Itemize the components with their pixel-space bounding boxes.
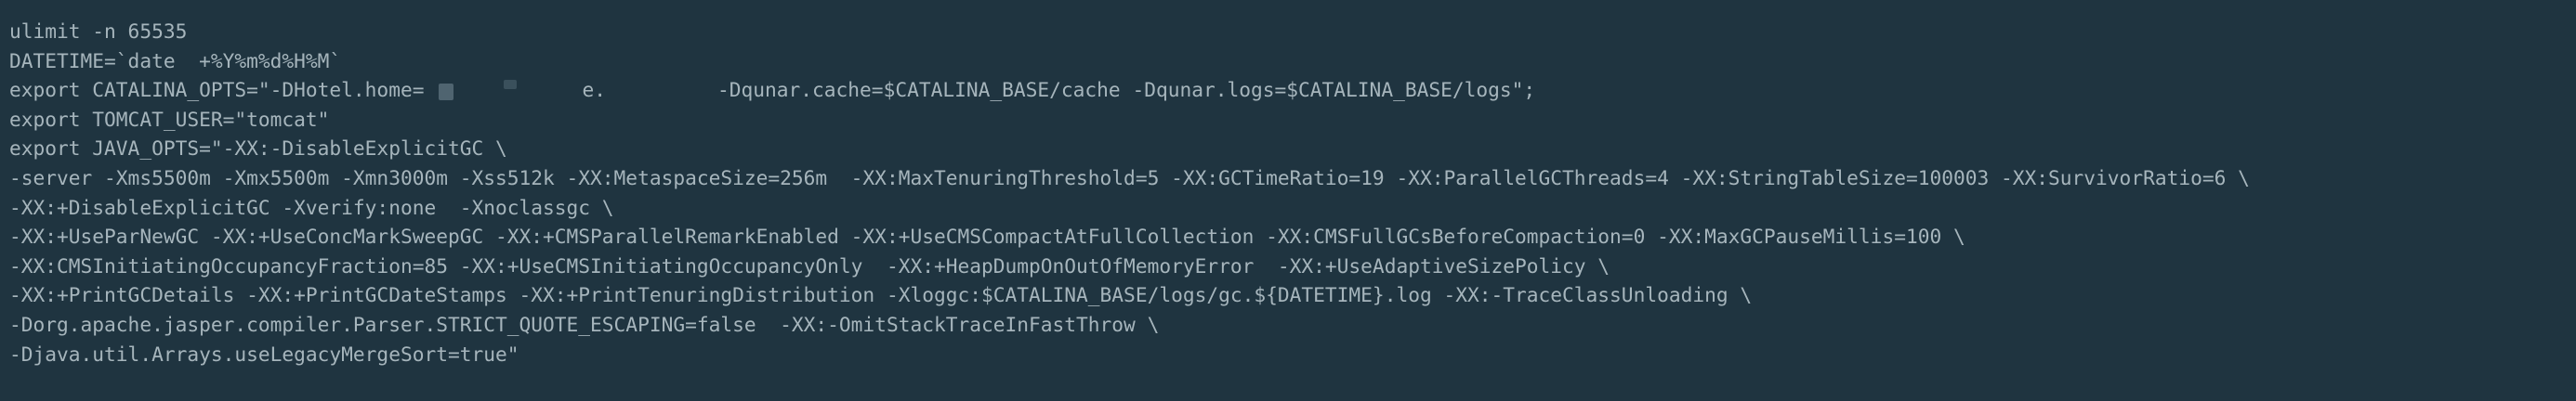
terminal-line-9: -XX:CMSInitiatingOccupancyFraction=85 -X… [9,253,1610,278]
terminal-line-2: DATETIME=`date +%Y%m%d%H%M` [9,48,342,72]
terminal-line-4: export TOMCAT_USER="tomcat" [9,107,330,131]
terminal-line-3: export CATALINA_OPTS="-DHotel.home= e. -Dq… [9,75,2576,105]
redaction-blur [439,84,454,101]
terminal-line-8: -XX:+UseParNewGC -XX:+UseConcMarkSweepGC… [9,225,1965,249]
terminal-line-3-mid: e. [582,78,606,102]
redacted-text [424,80,582,101]
terminal-line-11: -Dorg.apache.jasper.compiler.Parser.STRI… [9,312,1160,336]
terminal-line-3-end: -Dqunar.cache=$CATALINA_BASE/cache -Dqun… [716,78,1536,102]
terminal-line-3-start: export CATALINA_OPTS="-DHotel.home= [9,78,425,102]
terminal-line-5: export JAVA_OPTS="-XX:-DisableExplicitGC… [9,136,507,161]
terminal-line-10: -XX:+PrintGCDetails -XX:+PrintGCDateStam… [9,283,1753,307]
terminal-line-1: ulimit -n 65535 [9,19,188,43]
terminal-line-6: -server -Xms5500m -Xmx5500m -Xmn3000m -X… [9,165,2250,189]
terminal-line-12: -Djava.util.Arrays.useLegacyMergeSort=tr… [9,342,519,366]
terminal-line-7: -XX:+DisableExplicitGC -Xverify:none -Xn… [9,195,614,219]
redaction-blur [504,80,518,90]
terminal-output[interactable]: ulimit -n 65535 DATETIME=`date +%Y%m%d%H… [0,0,2576,401]
